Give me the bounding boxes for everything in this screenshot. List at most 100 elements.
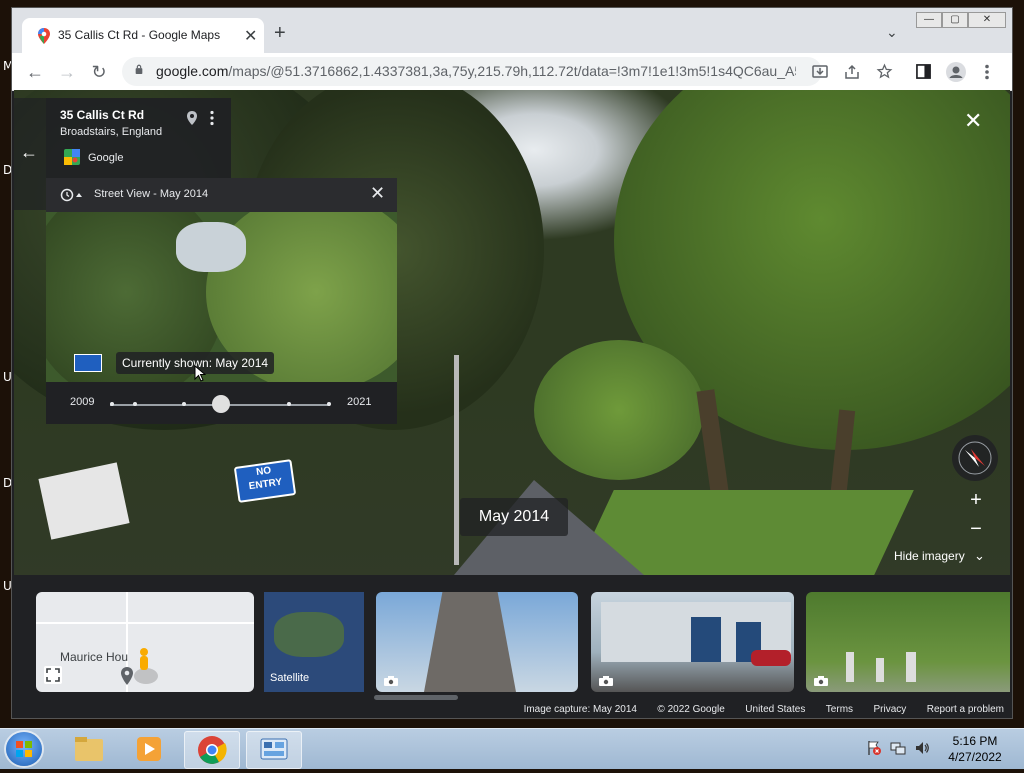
share-icon[interactable] — [844, 64, 860, 80]
timeline-title: Street View - May 2014 — [94, 188, 209, 200]
close-timeline-button[interactable]: ✕ — [370, 183, 385, 204]
windows-logo-icon — [16, 741, 32, 757]
photo-card-church[interactable] — [376, 592, 578, 692]
menu-icon[interactable] — [984, 64, 990, 80]
volume-icon[interactable] — [914, 740, 930, 756]
camera-icon — [599, 676, 613, 686]
map-pin-icon — [121, 667, 133, 685]
compass-button[interactable] — [952, 435, 998, 481]
url-text: google.com/maps/@51.3716862,1.4337381,3a… — [156, 63, 796, 79]
hide-imagery-button[interactable]: Hide imagery ⌄ — [894, 548, 985, 564]
bookmark-star-icon[interactable] — [876, 63, 893, 80]
reload-button[interactable]: ↻ — [87, 60, 111, 84]
slider-tick[interactable] — [133, 402, 137, 406]
forward-button[interactable]: → — [55, 60, 79, 84]
timeline-end-year: 2021 — [347, 396, 372, 408]
no-entry-sign: NO ENTRY — [233, 459, 297, 503]
timeline-header: Street View - May 2014 ✕ — [46, 178, 397, 212]
window-close-button[interactable]: ✕ — [968, 12, 1006, 28]
maximize-button[interactable]: ▢ — [942, 12, 968, 28]
google-maps-pin-icon — [38, 28, 50, 44]
location-pin-icon[interactable] — [186, 110, 198, 126]
satellite-label: Satellite — [270, 672, 310, 684]
browser-window: 35 Callis Ct Rd - Google Maps ✕ + ⌄ — ▢ … — [12, 8, 1012, 718]
gravestone — [906, 652, 916, 682]
report-problem-link[interactable]: Report a problem — [927, 704, 1004, 715]
region-link[interactable]: United States — [745, 704, 805, 715]
pegman-icon — [134, 648, 158, 684]
control-panel-icon — [260, 738, 288, 760]
privacy-link[interactable]: Privacy — [873, 704, 906, 715]
desktop-letter: U — [3, 579, 12, 593]
address-bar[interactable]: google.com/maps/@51.3716862,1.4337381,3a… — [122, 57, 822, 86]
taskbar-explorer[interactable] — [62, 731, 116, 767]
profile-icon[interactable] — [946, 62, 966, 82]
desktop-letter: D — [3, 476, 13, 490]
zoom-out-button[interactable]: − — [962, 515, 990, 543]
notice-board — [38, 462, 130, 540]
desktop-letter: D — [3, 163, 13, 177]
gravestone — [846, 652, 854, 682]
imagery-strip: Maurice Hou Satellite Image capture: May… — [14, 575, 1010, 718]
terms-link[interactable]: Terms — [826, 704, 853, 715]
slider-tick[interactable] — [287, 402, 291, 406]
url-host: google.com — [156, 63, 229, 79]
strip-scrollbar[interactable] — [374, 695, 458, 700]
satellite-layer-card[interactable]: Satellite — [264, 592, 364, 692]
tab-close-icon[interactable]: ✕ — [244, 26, 257, 46]
history-clock-icon[interactable] — [60, 188, 84, 202]
slider-tick[interactable] — [327, 402, 331, 406]
folder-icon — [75, 737, 103, 761]
new-tab-button[interactable]: + — [274, 23, 286, 43]
more-options-icon[interactable] — [209, 110, 215, 126]
mouse-cursor-icon — [194, 365, 206, 382]
imagery-provider: Google — [88, 152, 124, 164]
google-maps-logo-icon — [64, 149, 80, 165]
minimize-button[interactable]: — — [916, 12, 942, 28]
camera-icon — [384, 676, 398, 686]
taskbar-media-player[interactable] — [122, 731, 176, 767]
preview-sky — [176, 222, 246, 272]
map-road — [36, 622, 254, 624]
gravestone — [876, 658, 884, 682]
taskbar-control-panel[interactable] — [246, 731, 302, 769]
back-arrow-icon[interactable]: ← — [20, 142, 38, 163]
double-chevron-down-icon: ⌄ — [974, 548, 985, 563]
taskbar-chrome[interactable] — [184, 731, 240, 769]
expand-map-icon[interactable] — [44, 666, 62, 684]
tab-search-chevron-icon[interactable]: ⌄ — [886, 24, 898, 41]
install-icon[interactable] — [812, 64, 828, 80]
side-panel-icon[interactable] — [916, 64, 931, 79]
action-center-flag-icon[interactable] — [866, 740, 882, 756]
tree-canopy — [534, 340, 704, 480]
media-player-icon — [137, 737, 161, 761]
timeline-slider[interactable]: 2009 2021 — [46, 382, 397, 424]
place-name: 35 Callis Ct Rd — [60, 108, 145, 122]
zoom-in-button[interactable]: + — [962, 486, 990, 514]
mini-map-card[interactable]: Maurice Hou — [36, 592, 254, 692]
lock-icon — [135, 64, 143, 74]
street-view-timeline-panel: Street View - May 2014 ✕ 2009 2021 — [46, 178, 397, 424]
desktop-letter: U — [3, 370, 12, 384]
system-clock[interactable]: 5:16 PM 4/27/2022 — [940, 733, 1010, 765]
network-icon[interactable] — [890, 740, 906, 756]
slider-handle[interactable] — [212, 395, 230, 413]
back-button[interactable]: ← — [23, 60, 47, 84]
photo-card-warehouse[interactable] — [591, 592, 794, 692]
back-panel: ← — [14, 98, 46, 210]
tab-google-maps[interactable]: 35 Callis Ct Rd - Google Maps ✕ — [22, 18, 264, 53]
maps-content: NO ENTRY May 2014 ✕ + − Hide imagery ⌄ ←… — [14, 90, 1010, 718]
hide-imagery-label: Hide imagery — [894, 549, 965, 563]
photo-card-cemetery[interactable] — [806, 592, 1010, 692]
church-tower — [424, 592, 516, 692]
place-location: Broadstairs, England — [60, 126, 163, 138]
start-button[interactable] — [6, 732, 42, 766]
imagery-date-label: May 2014 — [460, 498, 568, 536]
slider-tick[interactable] — [182, 402, 186, 406]
maps-footer: Image capture: May 2014 © 2022 Google Un… — [508, 699, 1004, 717]
image-capture-date: Image capture: May 2014 — [523, 704, 637, 715]
slider-tick[interactable] — [110, 402, 114, 406]
taskbar: 5:16 PM 4/27/2022 — [0, 728, 1024, 769]
close-street-view-button[interactable]: ✕ — [964, 108, 982, 134]
tab-title: 35 Callis Ct Rd - Google Maps — [58, 28, 221, 42]
